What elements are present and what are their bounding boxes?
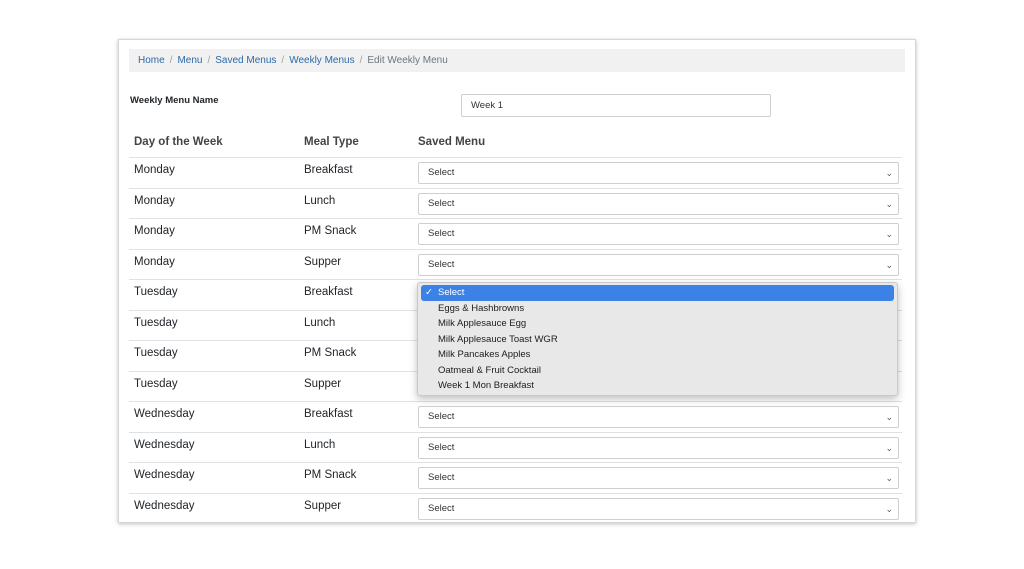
dropdown-option[interactable]: ✓ Select [421,285,894,301]
day-cell: Wednesday [134,469,195,481]
dropdown-option-label: Eggs & Hashbrowns [438,302,525,314]
dropdown-option[interactable]: Milk Pancakes Apples [421,347,894,363]
breadcrumb-home-link[interactable]: Home [138,55,165,66]
meal-type-cell: Breakfast [304,286,353,298]
chevron-down-icon: ⌄ [885,503,893,514]
meal-type-cell: Breakfast [304,408,353,420]
dropdown-option-label: Oatmeal & Fruit Cocktail [438,364,541,376]
dropdown-option[interactable]: Week 1 Mon Breakfast [421,378,894,394]
meal-type-cell: PM Snack [304,469,357,481]
edit-weekly-menu-card: Home / Menu / Saved Menus / Weekly Menus / Edit … [118,39,916,523]
saved-menu-select-value: Select [428,197,455,209]
dropdown-option[interactable]: Milk Applesauce Toast WGR [421,332,894,348]
breadcrumb-separator: / [359,55,363,66]
breadcrumb-menu-link[interactable]: Menu [177,55,202,66]
saved-menu-select-value: Select [428,472,455,483]
day-cell: Wednesday [134,438,195,451]
breadcrumb-separator: / [169,55,173,66]
day-cell: Monday [134,255,175,268]
day-cell: Wednesday [134,499,195,512]
saved-menu-select[interactable]: Select ⌄ [418,223,899,245]
saved-menu-dropdown-list: ✓ Select Eggs & Hashbrowns Milk Applesauce … [417,282,898,396]
saved-menu-select[interactable]: Select ⌄ [418,467,899,489]
chevron-down-icon: ⌄ [885,168,893,178]
meal-type-cell: Lunch [304,316,336,329]
meal-type-cell: Breakfast [304,164,353,176]
saved-menu-select-value: Select [428,167,455,178]
table-row: Monday Supper Select ⌄ [129,248,902,280]
chevron-down-icon: ⌄ [885,259,893,270]
chevron-down-icon: ⌄ [885,473,893,483]
day-cell: Tuesday [134,377,178,390]
meal-type-cell: Supper [304,499,342,512]
check-icon: ✓ [425,287,433,298]
breadcrumb-saved-menus-link[interactable]: Saved Menus [215,55,276,66]
saved-menu-select-value: Select [428,441,455,453]
meal-type-cell: Supper [304,255,342,268]
chevron-down-icon: ⌄ [885,229,893,239]
saved-menu-select[interactable]: Select ⌄ [418,253,899,276]
weekly-menu-name-input[interactable] [461,94,771,117]
saved-menu-select-value: Select [428,411,455,422]
saved-menu-select-value: Select [428,502,455,514]
meal-type-cell: Lunch [304,438,336,451]
breadcrumb-weekly-menus-link[interactable]: Weekly Menus [289,55,354,66]
header-meal-type: Meal Type [304,136,359,148]
saved-menu-select[interactable]: Select ⌄ [418,162,899,184]
meal-type-cell: Supper [304,377,342,390]
dropdown-option-label: Milk Applesauce Toast WGR [438,333,558,345]
header-saved-menu: Saved Menu [418,136,486,148]
meal-type-cell: Lunch [304,194,336,207]
dropdown-option-label: Milk Pancakes Apples [438,349,531,360]
header-day-of-week: Day of the Week [134,136,223,148]
day-cell: Tuesday [134,347,178,359]
dropdown-option-label: Week 1 Mon Breakfast [438,380,534,391]
dropdown-option-label: Select [438,287,465,298]
table-row: Wednesday Breakfast Select ⌄ [129,401,902,432]
day-cell: Monday [134,225,175,237]
dropdown-option[interactable]: Oatmeal & Fruit Cocktail [421,363,894,379]
meal-type-cell: PM Snack [304,225,357,237]
day-cell: Tuesday [134,286,178,298]
dropdown-option[interactable]: Milk Applesauce Egg [421,316,894,332]
day-cell: Monday [134,194,175,207]
weekly-menu-name-label: Weekly Menu Name [130,95,219,106]
day-cell: Tuesday [134,316,178,329]
breadcrumb-separator: / [281,55,285,66]
saved-menu-select-value: Select [428,228,455,239]
table-row: Monday Lunch Select ⌄ [129,187,902,219]
chevron-down-icon: ⌄ [885,442,893,453]
chevron-down-icon: ⌄ [885,198,893,209]
saved-menu-select[interactable]: Select ⌄ [418,436,899,459]
saved-menu-select[interactable]: Select ⌄ [418,192,899,215]
breadcrumb-separator: / [207,55,211,66]
day-cell: Monday [134,164,175,176]
saved-menu-select[interactable]: Select ⌄ [418,497,899,520]
table-row: Wednesday Supper Select ⌄ [129,492,902,524]
table-row: Wednesday PM Snack Select ⌄ [129,462,902,493]
table-row: Monday Breakfast Select ⌄ [129,157,902,188]
day-cell: Wednesday [134,408,195,420]
dropdown-option-label: Milk Applesauce Egg [438,318,527,329]
saved-menu-select-value: Select [428,258,455,270]
dropdown-option[interactable]: Eggs & Hashbrowns [421,301,894,317]
breadcrumb-current: Edit Weekly Menu [367,55,448,66]
table-row: Monday PM Snack Select ⌄ [129,218,902,249]
saved-menu-select[interactable]: Select ⌄ [418,406,899,428]
table-row: Wednesday Lunch Select ⌄ [129,431,902,463]
breadcrumb: Home / Menu / Saved Menus / Weekly Menus / Edit … [129,49,905,72]
meal-type-cell: PM Snack [304,347,357,359]
chevron-down-icon: ⌄ [885,412,893,422]
